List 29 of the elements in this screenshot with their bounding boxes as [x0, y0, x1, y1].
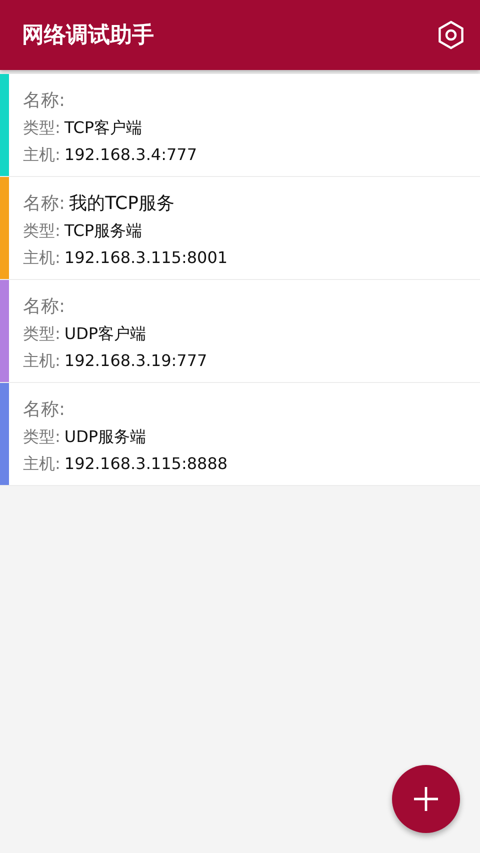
connection-type: UDP服务端 — [64, 427, 146, 448]
plus-icon — [413, 786, 439, 812]
connection-type: UDP客户端 — [64, 324, 146, 345]
type-label: 类型: — [23, 221, 60, 242]
host-address: 192.168.3.4:777 — [64, 145, 198, 164]
name-label: 名称: — [23, 89, 66, 112]
host-address: 192.168.3.19:777 — [64, 351, 208, 370]
app-title: 网络调试助手 — [22, 22, 154, 50]
name-label: 名称: — [23, 398, 66, 421]
host-label: 主机: — [23, 454, 60, 475]
settings-icon[interactable] — [436, 20, 466, 50]
add-button[interactable] — [392, 765, 460, 833]
connection-card[interactable]: 名称: 类型: UDP客户端 主机: 192.168.3.19:777 — [0, 280, 480, 383]
connection-type: TCP服务端 — [64, 221, 142, 242]
host-label: 主机: — [23, 248, 60, 269]
type-label: 类型: — [23, 118, 60, 139]
type-label: 类型: — [23, 427, 60, 448]
host-label: 主机: — [23, 351, 60, 372]
host-address: 192.168.3.115:8001 — [64, 248, 228, 267]
name-label: 名称: — [23, 295, 66, 318]
connection-name: 我的TCP服务 — [69, 192, 174, 215]
connection-card[interactable]: 名称: 我的TCP服务 类型: TCP服务端 主机: 192.168.3.115:8001 — [0, 177, 480, 280]
type-label: 类型: — [23, 324, 60, 345]
connection-card[interactable]: 名称: 类型: UDP服务端 主机: 192.168.3.115:8888 — [0, 383, 480, 486]
connection-type: TCP客户端 — [64, 118, 142, 139]
host-label: 主机: — [23, 145, 60, 166]
connection-card[interactable]: 名称: 类型: TCP客户端 主机: 192.168.3.4:777 — [0, 74, 480, 177]
name-label: 名称: — [23, 192, 66, 215]
host-address: 192.168.3.115:8888 — [64, 454, 228, 473]
